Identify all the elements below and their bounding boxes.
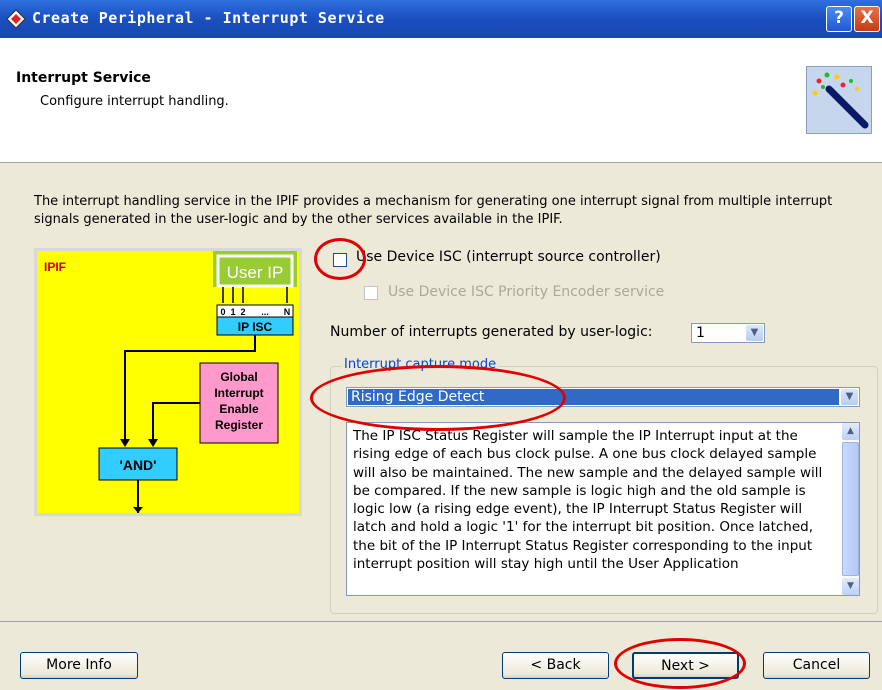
close-button[interactable]: X [854,6,880,32]
capture-mode-value: Rising Edge Detect [351,389,485,405]
gie-line-2: Interrupt [214,386,263,400]
use-isc-label: Use Device ISC (interrupt source control… [356,249,661,265]
chevron-down-icon[interactable]: ▼ [841,389,858,405]
bit-2: 2 [240,307,245,317]
window-title: Create Peripheral - Interrupt Service [32,9,385,27]
ipif-label: IPIF [44,260,66,274]
bit-0: 0 [220,307,225,317]
page-title: Interrupt Service [16,70,151,86]
num-interrupts-select[interactable]: 1 ▼ [691,323,765,343]
chevron-down-icon[interactable]: ▼ [746,325,763,341]
capture-mode-group-label: Interrupt capture mode [342,357,499,372]
capture-mode-select[interactable]: Rising Edge Detect ▼ [346,387,860,407]
description-text: The IP ISC Status Register will sample t… [353,428,823,573]
back-button[interactable]: < Back [502,652,609,679]
help-button[interactable]: ? [826,6,852,32]
priority-encoder-label: Use Device ISC Priority Encoder service [388,284,665,300]
ipif-diagram: IPIF User IP 0 1 2 ... N IP ISC Global I… [34,248,302,516]
description-scrollbar[interactable]: ▲ ▼ [842,423,859,595]
bit-ellipsis: ... [261,307,269,317]
use-isc-checkbox[interactable] [333,253,347,267]
title-bar: Create Peripheral - Interrupt Service ? … [0,0,882,38]
bit-1: 1 [230,307,235,317]
capture-mode-description[interactable]: The IP ISC Status Register will sample t… [346,422,860,596]
page-subtitle: Configure interrupt handling. [40,94,229,109]
num-interrupts-label: Number of interrupts generated by user-l… [330,324,653,340]
user-ip-label: User IP [227,263,284,282]
intro-text: The interrupt handling service in the IP… [34,194,833,227]
ip-isc-label: IP ISC [238,320,273,334]
next-button[interactable]: Next > [632,652,739,679]
more-info-button[interactable]: More Info [20,652,138,679]
cancel-button[interactable]: Cancel [763,652,870,679]
gie-line-1: Global [220,370,257,384]
gie-line-4: Register [215,418,263,432]
and-gate-label: 'AND' [120,457,157,473]
scroll-down-icon[interactable]: ▼ [842,578,859,595]
priority-encoder-checkbox[interactable] [364,286,378,300]
bit-n: N [284,307,291,317]
wizard-header: Interrupt Service Configure interrupt ha… [0,38,882,163]
wizard-wand-icon [806,66,872,134]
gie-line-3: Enable [219,402,259,416]
bits-row [216,304,294,318]
scroll-thumb[interactable] [842,442,859,576]
num-interrupts-value: 1 [696,325,705,341]
scroll-up-icon[interactable]: ▲ [842,423,859,440]
app-icon [6,9,26,29]
